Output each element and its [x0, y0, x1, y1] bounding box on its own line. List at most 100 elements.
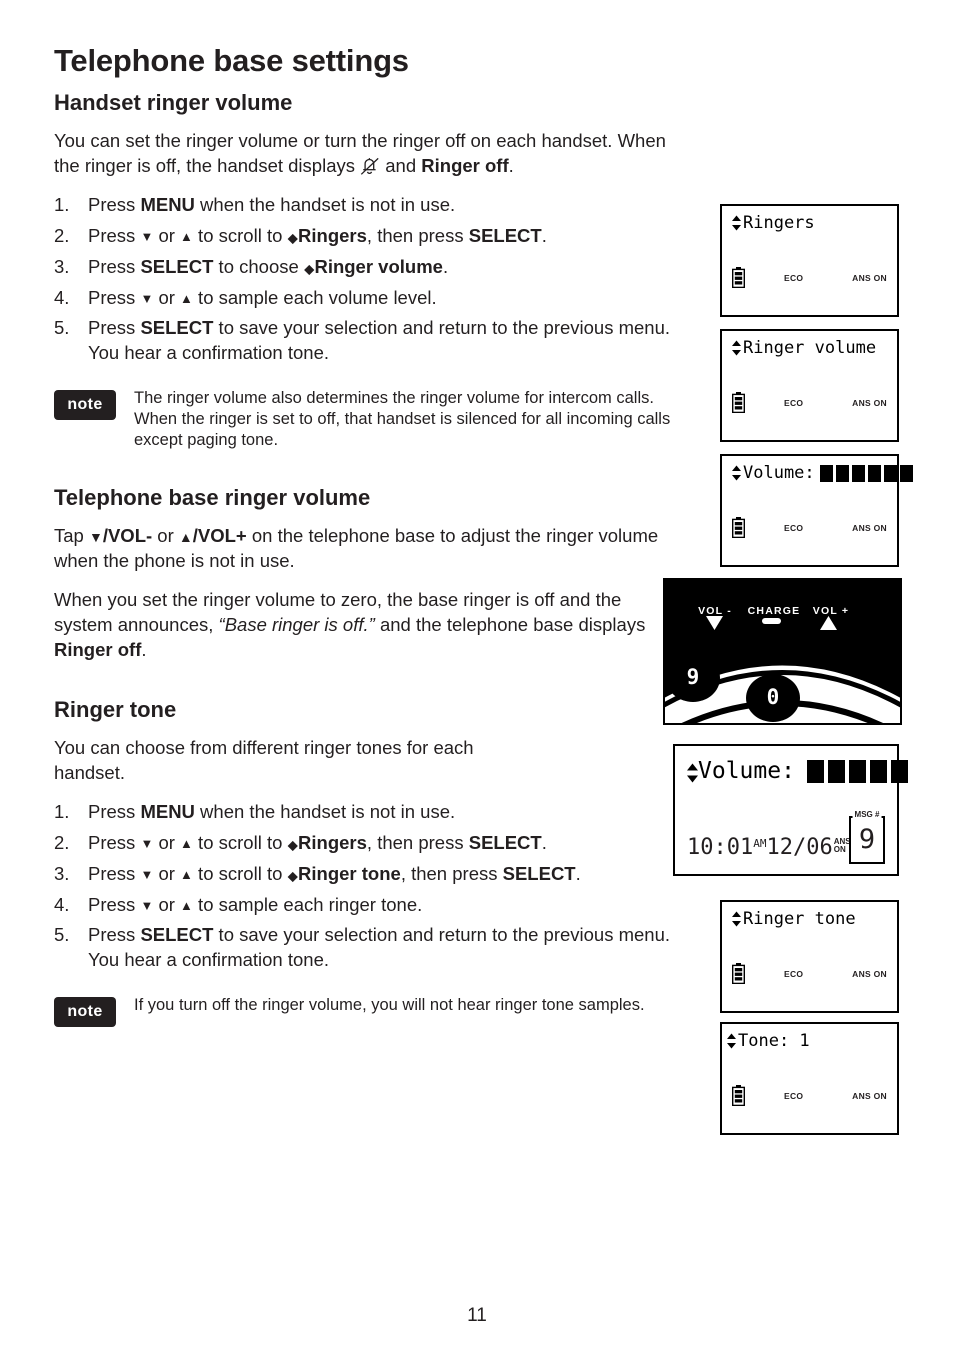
step-text: Press ▼ or ▲ to scroll to ⬥Ringer tone, …	[88, 862, 581, 885]
note-badge: note	[54, 996, 116, 1027]
volume-bar-block	[867, 464, 881, 482]
battery-icon	[731, 963, 746, 985]
ans-on-indicator: ANS ON	[852, 273, 887, 283]
eco-indicator: ECO	[784, 273, 804, 283]
eco-indicator: ECO	[784, 523, 804, 533]
lcd-status-bar: ECO ANS ON	[722, 517, 897, 539]
intro-text-part2: and	[380, 155, 422, 177]
step-item: 4. Press ▼ or ▲ to sample each volume lev…	[54, 286, 674, 311]
up-down-arrow-icon	[731, 215, 742, 231]
up-down-arrow-icon	[686, 763, 698, 783]
lcd-status-bar: ECO ANS ON	[722, 963, 897, 985]
ringer-off-bell-icon	[360, 157, 380, 176]
step-text: Press SELECT to choose ⬥Ringer volume.	[88, 255, 449, 278]
step-number: 5.	[54, 924, 70, 946]
volume-bar-block	[819, 464, 833, 482]
lcd-line-1: Ringers	[731, 213, 815, 233]
volume-level-bars	[819, 464, 913, 482]
volume-bar-block	[848, 759, 866, 783]
section-heading-handset-ringer-volume: Handset ringer volume	[54, 90, 293, 116]
eco-indicator: ECO	[784, 398, 804, 408]
msg-label: MSG #	[852, 810, 882, 819]
step-text: Press MENU when the handset is not in us…	[88, 801, 456, 823]
step-number: 2.	[54, 224, 70, 246]
step-number: 1.	[54, 194, 70, 216]
step-item: 5. Press SELECT to save your selection an…	[54, 316, 674, 365]
step-text: Press ▼ or ▲ to sample each volume level…	[88, 286, 437, 308]
section-heading-ringer-tone: Ringer tone	[54, 697, 177, 723]
lcd-screen-ringers: Ringers ECO ANS ON	[720, 204, 899, 317]
manual-page: Telephone base settings Handset ringer v…	[0, 0, 954, 1354]
battery-icon	[731, 392, 746, 414]
ringer-tone-steps: 1. Press MENU when the handset is not in …	[54, 800, 674, 972]
vol-up-label: VOL +	[812, 605, 850, 617]
content-column: Telephone base settings Handset ringer v…	[54, 43, 674, 1027]
step-number: 3.	[54, 862, 70, 884]
keypad-key-9: 9	[686, 665, 700, 689]
lcd-screen-ringer-volume: Ringer volume ECO ANS ON	[720, 329, 899, 442]
eco-indicator: ECO	[784, 1091, 804, 1101]
message-count-box: MSG # 9	[849, 810, 885, 864]
page-number: 11	[467, 1305, 487, 1326]
step-item: 1. Press MENU when the handset is not in …	[54, 800, 674, 825]
up-down-arrow-icon	[731, 465, 742, 481]
step-item: 2. Press ▼ or ▲ to scroll to ⬥Ringers, th…	[54, 224, 674, 249]
step-text: Press SELECT to save your selection and …	[88, 924, 671, 970]
step-text: Press ▼ or ▲ to scroll to ⬥Ringers, then…	[88, 224, 547, 247]
up-down-arrow-icon	[731, 340, 742, 356]
step-item: 4. Press ▼ or ▲ to sample each ringer ton…	[54, 893, 674, 918]
handset-ringer-volume-steps: 1. Press MENU when the handset is not in …	[54, 193, 674, 365]
lcd-text: Ringer tone	[743, 909, 856, 929]
telephone-base-illustration: VOL - CHARGE VOL + 9 0	[663, 578, 902, 725]
msg-count: 9	[858, 824, 876, 855]
battery-icon	[731, 267, 746, 289]
up-down-arrow-icon	[731, 911, 742, 927]
volume-bar-block	[883, 464, 897, 482]
note-badge: note	[54, 389, 116, 420]
up-down-arrow-icon	[726, 1033, 737, 1049]
step-number: 2.	[54, 831, 70, 853]
lcd-status-bar: ECO ANS ON	[722, 267, 897, 289]
volume-bar-block	[806, 759, 824, 783]
volume-bar-block	[869, 759, 887, 783]
ans-on-indicator: ANS ON	[852, 969, 887, 979]
note-text: The ringer volume also determines the ri…	[134, 388, 671, 449]
ringer-tone-intro: You can choose from different ringer ton…	[54, 737, 474, 784]
base-lcd-time-date: 10:01AM12/06 ANS ON	[687, 835, 851, 860]
base-lcd-screen: Volume: 10:01AM12/06 ANS ON MSG # 9	[673, 744, 908, 876]
ans-on-indicator: ANS ON	[852, 1091, 887, 1101]
lcd-status-bar: ECO ANS ON	[722, 1085, 897, 1107]
volume-bar-block	[835, 464, 849, 482]
note-text: If you turn off the ringer volume, you w…	[134, 995, 645, 1014]
clock-ampm: AM	[753, 837, 767, 850]
step-item: 1. Press MENU when the handset is not in …	[54, 193, 674, 218]
intro-bold-ringer-off: Ringer off	[421, 155, 509, 177]
lcd-line-1: Volume:	[731, 463, 913, 483]
intro-text-end: .	[508, 155, 514, 177]
note-handset-ringer-volume: note The ringer volume also determines t…	[54, 388, 674, 451]
step-item: 3. Press ▼ or ▲ to scroll to ⬥Ringer tone…	[54, 862, 674, 887]
base-volume-level-bars	[806, 759, 908, 783]
charge-label: CHARGE	[747, 605, 801, 617]
lcd-screen-volume-level: Volume: ECO ANS ON	[720, 454, 913, 567]
page-title: Telephone base settings	[54, 43, 409, 78]
lcd-screen-ringer-tone: Ringer tone ECO ANS ON	[720, 900, 899, 1013]
step-number: 3.	[54, 255, 70, 277]
step-text: Press ▼ or ▲ to scroll to ⬥Ringers, then…	[88, 831, 547, 854]
lcd-text: Ringers	[743, 213, 815, 233]
note-ringer-tone: note If you turn off the ringer volume, …	[54, 995, 674, 1027]
lcd-status-bar: ECO ANS ON	[722, 392, 897, 414]
base-ringer-volume-para-1: Tap ▼/VOL- or ▲/VOL+ on the telephone ba…	[54, 525, 659, 572]
volume-bar-block	[851, 464, 865, 482]
volume-bar-block	[827, 759, 845, 783]
step-number: 5.	[54, 317, 70, 339]
step-text: Press ▼ or ▲ to sample each ringer tone.	[88, 893, 423, 915]
battery-icon	[731, 1085, 746, 1107]
eco-indicator: ECO	[784, 969, 804, 979]
section-heading-telephone-base-ringer-volume: Telephone base ringer volume	[54, 484, 371, 510]
handset-ringer-volume-intro: You can set the ringer volume or turn th…	[54, 129, 674, 179]
base-ringer-volume-para-2: When you set the ringer volume to zero, …	[54, 589, 646, 661]
step-text: Press MENU when the handset is not in us…	[88, 194, 456, 216]
lcd-line-1: Tone: 1	[726, 1031, 810, 1051]
lcd-line-1: Ringer tone	[731, 909, 856, 929]
